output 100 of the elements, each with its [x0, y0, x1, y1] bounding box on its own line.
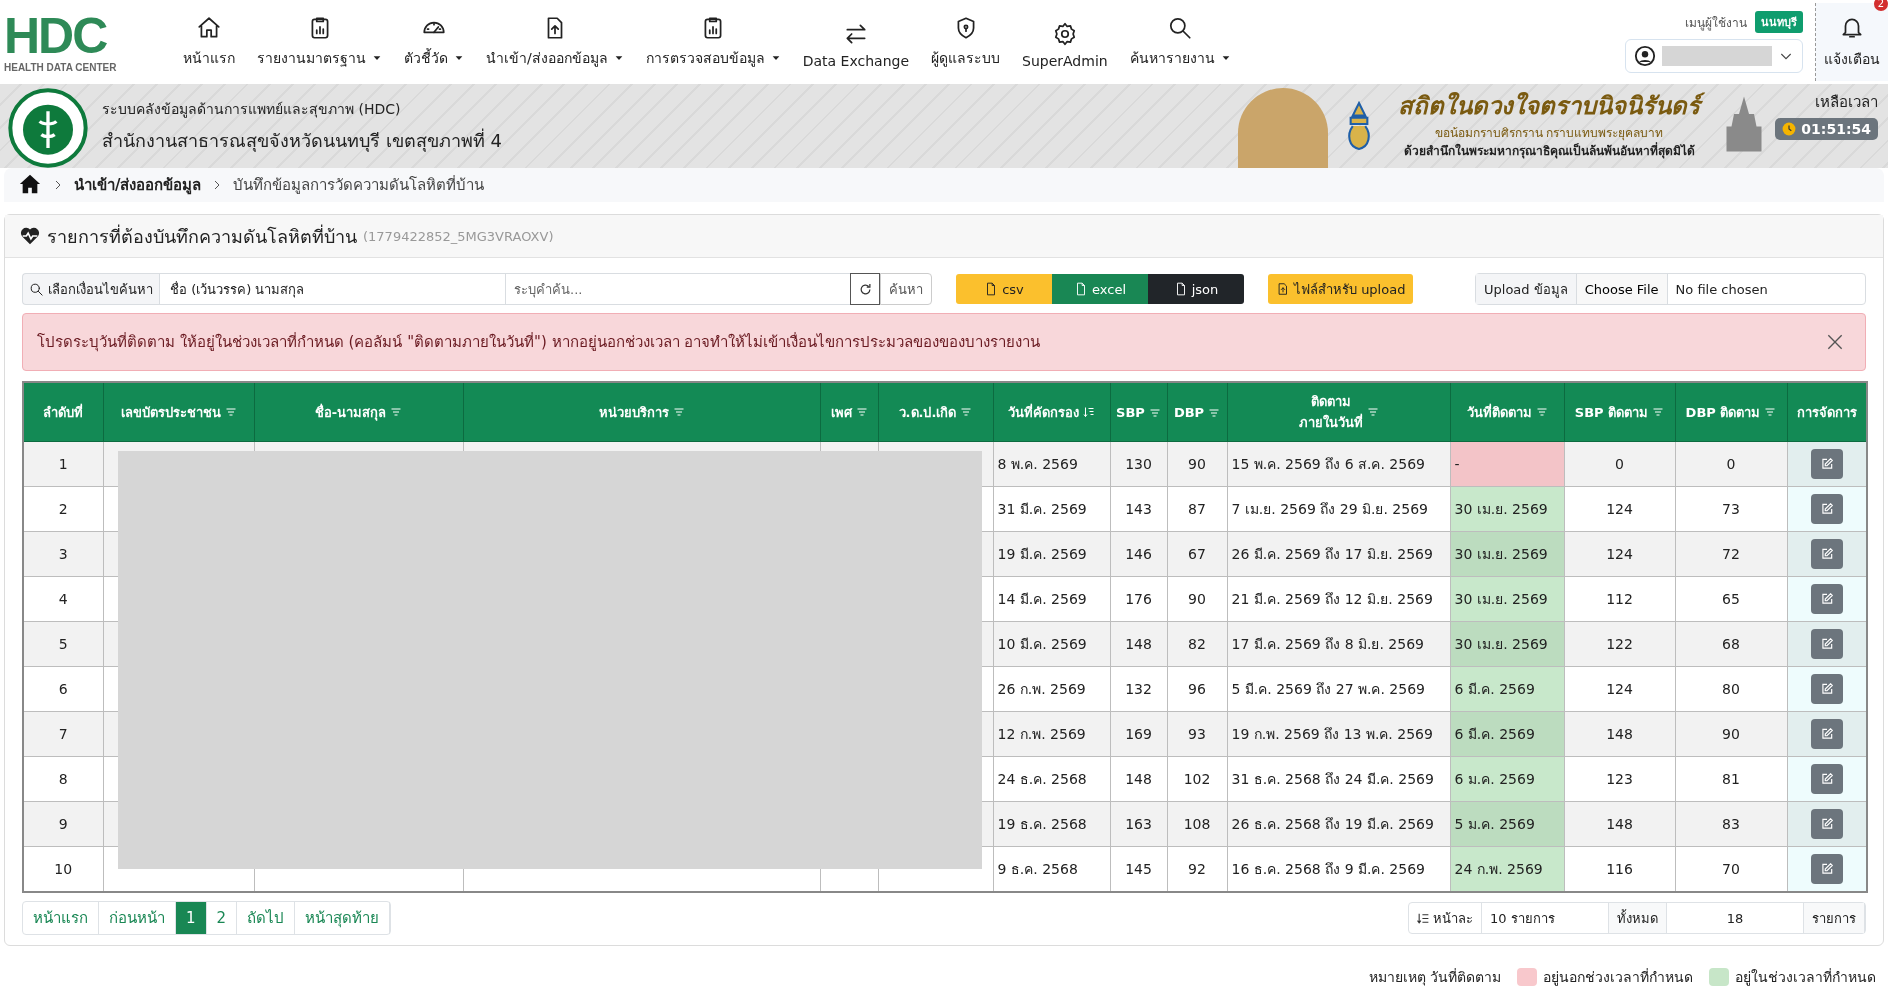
- column-header: DBP: [1167, 382, 1227, 442]
- edit-icon: [1819, 457, 1834, 471]
- nav-item[interactable]: รายงานมาตรฐาน: [248, 11, 391, 73]
- column-header: ว.ด.ป.เกิด: [878, 382, 993, 442]
- banner-subline: ขอน้อมกราบศิรกราน กราบแทบพระยุคลบาท: [1434, 125, 1664, 142]
- table-cell: 7 เม.ย. 2569 ถึง 29 มิ.ย. 2569: [1227, 486, 1450, 532]
- followup-date-cell: 30 เม.ย. 2569: [1450, 486, 1564, 532]
- table-cell: 169: [1110, 711, 1167, 757]
- nav-item[interactable]: SuperAdmin: [1013, 17, 1117, 73]
- search-input[interactable]: ระบุคำค้น...: [505, 273, 850, 305]
- pagination-link[interactable]: 2: [206, 902, 238, 934]
- table-cell: 0: [1675, 441, 1787, 487]
- nav-item[interactable]: นำเข้า/ส่งออกข้อมูล: [477, 11, 633, 73]
- edit-icon: [1819, 502, 1834, 516]
- edit-icon: [1819, 772, 1834, 786]
- legend-title: หมายเหตุ วันที่ติดตาม: [1368, 967, 1501, 988]
- upload-template-button[interactable]: ไฟล์สำหรับ upload: [1268, 274, 1414, 304]
- followup-date-cell: 6 มี.ค. 2569: [1450, 711, 1564, 757]
- pagination-link[interactable]: ถัดไป: [237, 902, 296, 934]
- home-icon: [196, 15, 222, 41]
- file-name-text: No file chosen: [1674, 280, 1769, 299]
- table-cell: 122: [1564, 621, 1675, 667]
- nav-item[interactable]: Data Exchange: [793, 17, 918, 73]
- sort-icon: [1366, 406, 1379, 418]
- table-cell: 8: [23, 756, 103, 802]
- nav-item[interactable]: หน้าแรก: [174, 11, 244, 73]
- sort-icon: [1208, 406, 1221, 419]
- table-cell: 148: [1110, 756, 1167, 802]
- caret-icon: [613, 53, 624, 63]
- table-cell: 8 พ.ค. 2569: [993, 441, 1110, 487]
- search-icon: [29, 281, 44, 297]
- followup-date-cell: 24 ก.พ. 2569: [1450, 846, 1564, 892]
- column-header: SBP: [1110, 382, 1167, 442]
- choose-file-button[interactable]: Choose File: [1576, 274, 1668, 304]
- table-cell: 130: [1110, 441, 1167, 487]
- edit-button[interactable]: [1810, 449, 1843, 479]
- table-cell: 68: [1675, 621, 1787, 667]
- sort-icon: [960, 406, 973, 418]
- total-unit: รายการ: [1804, 903, 1865, 933]
- column-header: ชื่อ-นามสกุล: [254, 382, 463, 442]
- breadcrumb-link[interactable]: นำเข้า/ส่งออกข้อมูล: [74, 173, 202, 197]
- search-button[interactable]: ค้นหา: [880, 273, 932, 305]
- edit-button[interactable]: [1810, 629, 1843, 659]
- column-header: ลำดับที่: [23, 382, 103, 442]
- file-upload-icon: [1276, 282, 1290, 296]
- nav-item[interactable]: ค้นหารายงาน: [1120, 11, 1240, 73]
- edit-button[interactable]: [1810, 719, 1843, 749]
- followup-date-cell: -: [1450, 441, 1564, 487]
- sort-icon: [1148, 406, 1161, 419]
- column-header: เลขบัตรประชาชน: [103, 382, 254, 442]
- column-header: ติดตาม ภายในวันที่: [1227, 382, 1450, 442]
- table-cell: 124: [1564, 531, 1675, 577]
- export-button[interactable]: csv: [956, 274, 1052, 304]
- edit-button[interactable]: [1810, 674, 1843, 704]
- pagination-link[interactable]: หน้าแรก: [23, 902, 99, 934]
- table-cell: 73: [1675, 486, 1787, 532]
- table-cell: 148: [1110, 621, 1167, 667]
- table-cell: 163: [1110, 801, 1167, 847]
- followup-date-cell: 30 เม.ย. 2569: [1450, 576, 1564, 622]
- table-cell: 5: [23, 621, 103, 667]
- export-button[interactable]: excel: [1052, 274, 1148, 304]
- notification-count-badge: 2: [1873, 0, 1888, 11]
- edit-button[interactable]: [1810, 494, 1843, 524]
- pagination-link[interactable]: หน้าสุดท้าย: [295, 902, 391, 934]
- edit-icon: [1819, 727, 1834, 741]
- sort-icon: [1764, 406, 1777, 418]
- edit-button[interactable]: [1810, 584, 1843, 614]
- pagination-link[interactable]: 1: [176, 902, 207, 934]
- table-cell: 24 ธ.ค. 2568: [993, 756, 1110, 802]
- nav-item[interactable]: ตัวชี้วัด: [395, 11, 473, 73]
- table-cell: 65: [1675, 576, 1787, 622]
- edit-button[interactable]: [1810, 809, 1843, 839]
- table-cell: 15 พ.ค. 2569 ถึง 6 ส.ค. 2569: [1227, 441, 1450, 487]
- breadcrumb-current: บันทึกข้อมูลการวัดความดันโลหิตที่บ้าน: [233, 174, 485, 196]
- nav-item[interactable]: การตรวจสอบข้อมูล: [636, 11, 790, 73]
- export-button[interactable]: json: [1148, 274, 1244, 304]
- table-cell: 26 ก.พ. 2569: [993, 666, 1110, 712]
- caret-icon: [1220, 53, 1231, 63]
- home-icon: [18, 172, 42, 195]
- table-cell: 124: [1564, 666, 1675, 712]
- table-cell: 90: [1167, 576, 1227, 622]
- user-dropdown[interactable]: [1625, 39, 1803, 73]
- condition-select[interactable]: ชื่อ (เว้นวรรค) นามสกุล: [159, 273, 505, 305]
- table-cell: 81: [1675, 756, 1787, 802]
- refresh-button[interactable]: [850, 273, 880, 305]
- table-cell: 93: [1167, 711, 1227, 757]
- table-cell: 9: [23, 801, 103, 847]
- edit-button[interactable]: [1810, 764, 1843, 794]
- table-cell: 31 ธ.ค. 2568 ถึง 24 มี.ค. 2569: [1227, 756, 1450, 802]
- system-title: ระบบคลังข้อมูลด้านการแพทย์และสุขภาพ (HDC): [102, 100, 402, 120]
- nav-item[interactable]: ผู้ดูแลระบบ: [922, 11, 1009, 73]
- edit-button[interactable]: [1810, 539, 1843, 569]
- heartbeat-icon: [19, 225, 41, 247]
- table-cell: 80: [1675, 666, 1787, 712]
- list-icon: [1417, 911, 1430, 925]
- column-header: วันที่คัดกรอง: [993, 382, 1110, 442]
- edit-button[interactable]: [1810, 854, 1843, 884]
- table-cell: 10 มี.ค. 2569: [993, 621, 1110, 667]
- followup-date-cell: 5 ม.ค. 2569: [1450, 801, 1564, 847]
- sort-descending-icon: [1083, 406, 1095, 418]
